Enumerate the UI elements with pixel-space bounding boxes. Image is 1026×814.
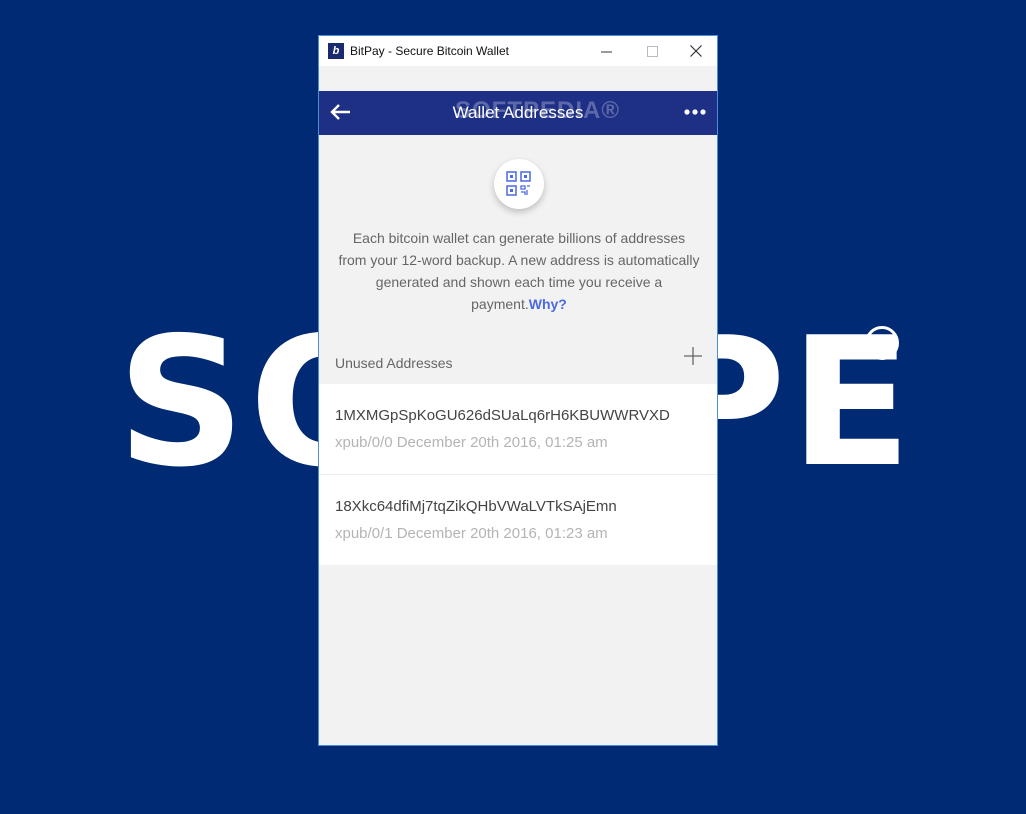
minimize-icon	[600, 51, 612, 52]
window-title: BitPay - Secure Bitcoin Wallet	[350, 44, 509, 58]
why-link[interactable]: Why?	[529, 296, 567, 312]
close-icon	[690, 45, 702, 57]
add-address-button[interactable]	[683, 346, 703, 366]
qr-code-icon	[506, 171, 531, 196]
top-spacer	[319, 66, 717, 91]
maximize-icon	[646, 45, 658, 57]
bitpay-app-icon: b	[328, 43, 344, 59]
description-text: Each bitcoin wallet can generate billion…	[338, 230, 700, 312]
registered-mark: ®	[865, 326, 899, 360]
address-list-item[interactable]: 18Xkc64dfiMj7tqZikQHbVWaLVTkSAjEmn xpub/…	[319, 475, 717, 565]
title-bar[interactable]: b BitPay - Secure Bitcoin Wallet	[319, 36, 717, 66]
nav-bar: Wallet Addresses SOFTPEDIA®	[319, 91, 717, 135]
minimize-button[interactable]	[583, 36, 629, 66]
address-text: 1MXMGpSpKoGU626dSUaLq6rH6KBUWWRVXD	[335, 407, 670, 424]
arrow-left-icon	[330, 104, 350, 120]
address-list-item[interactable]: 1MXMGpSpKoGU626dSUaLq6rH6KBUWWRVXD xpub/…	[319, 384, 717, 475]
address-list: 1MXMGpSpKoGU626dSUaLq6rH6KBUWWRVXD xpub/…	[319, 384, 717, 565]
address-meta: xpub/0/0 December 20th 2016, 01:25 am	[335, 434, 608, 451]
plus-icon	[684, 347, 702, 365]
back-button[interactable]	[329, 101, 353, 125]
address-text: 18Xkc64dfiMj7tqZikQHbVWaLVTkSAjEmn	[335, 498, 617, 515]
more-horizontal-icon	[684, 109, 706, 115]
section-label: Unused Addresses	[335, 355, 453, 371]
app-window: b BitPay - Secure Bitcoin Wallet Wallet …	[318, 35, 718, 746]
close-button[interactable]	[673, 36, 717, 66]
maximize-button[interactable]	[629, 36, 675, 66]
qr-code-badge	[494, 159, 544, 209]
wallet-address-description: Each bitcoin wallet can generate billion…	[337, 227, 701, 315]
more-options-button[interactable]	[683, 101, 707, 125]
unused-addresses-header: Unused Addresses	[319, 332, 717, 384]
page-title: Wallet Addresses	[452, 103, 584, 122]
address-meta: xpub/0/1 December 20th 2016, 01:23 am	[335, 525, 608, 542]
hero-section: Each bitcoin wallet can generate billion…	[319, 135, 717, 332]
